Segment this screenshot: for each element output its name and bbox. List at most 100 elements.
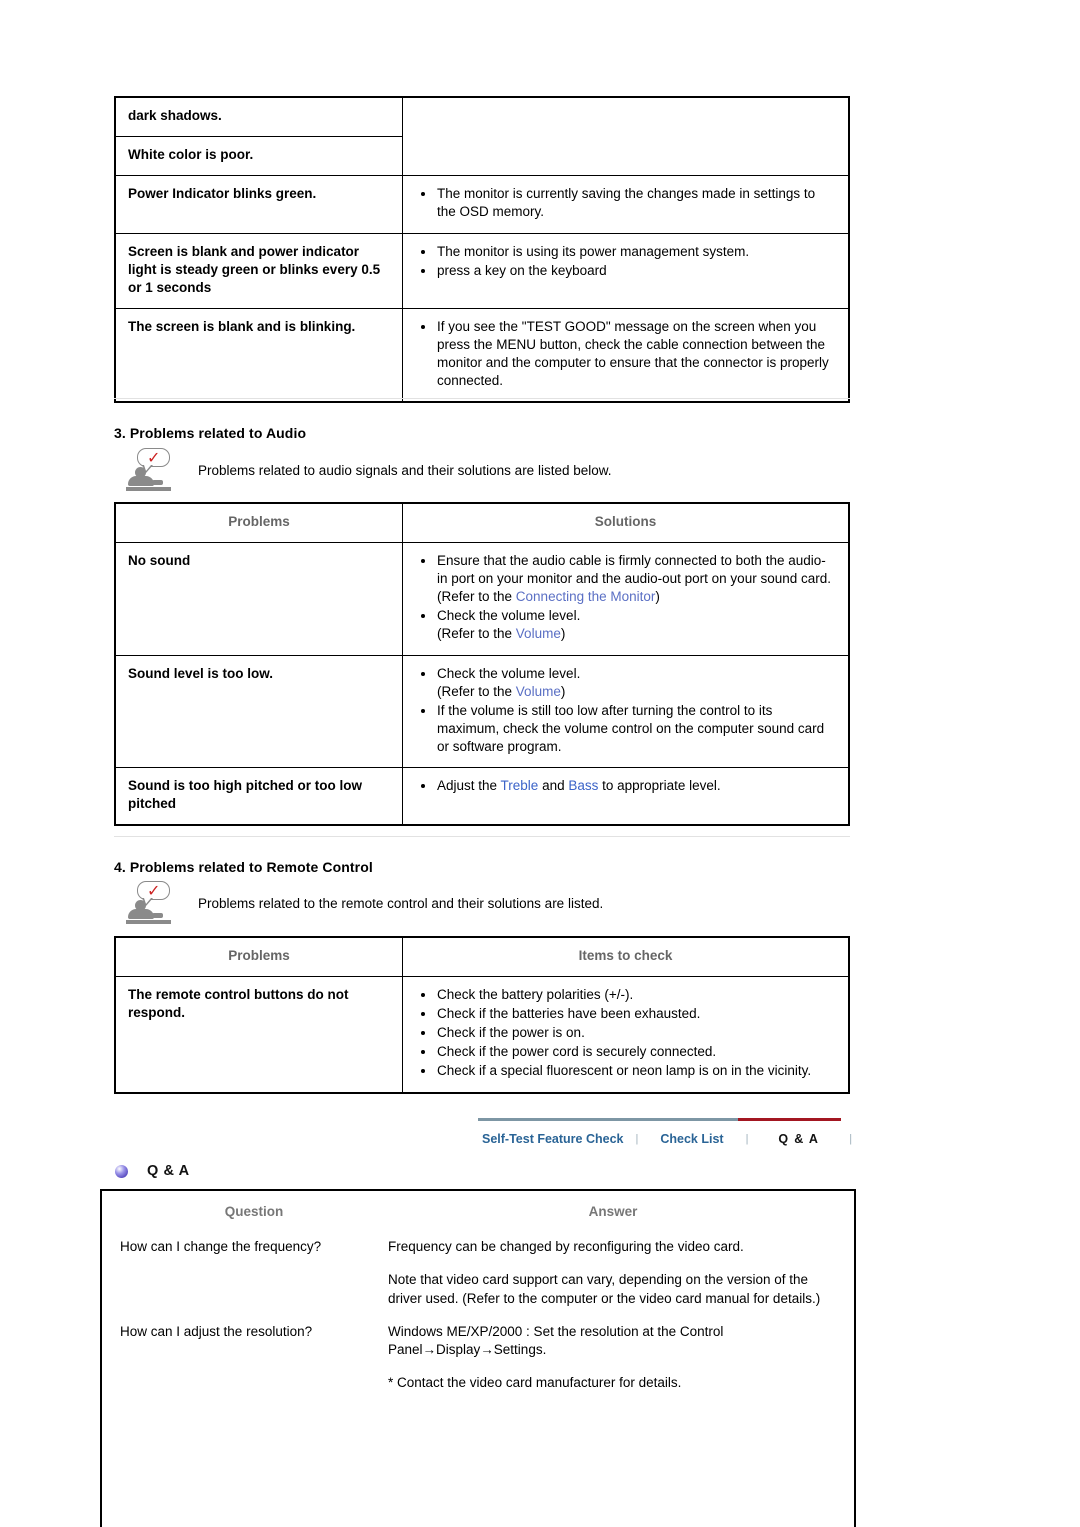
solution-subnote: (Refer to the Volume): [437, 625, 836, 643]
solution-item: press a key on the keyboard: [415, 262, 836, 280]
subnote-prefix: (Refer to the: [437, 683, 516, 699]
solution-text: Ensure that the audio cable is firmly co…: [437, 552, 831, 586]
check-item: Check the battery polarities (+/-).: [415, 986, 836, 1004]
table-row: Sound level is too low. Check the volume …: [114, 654, 850, 769]
problem-cell: No sound: [114, 541, 403, 656]
remote-note-text: Problems related to the remote control a…: [198, 895, 604, 911]
solution-cell: If you see the "TEST GOOD" message on th…: [402, 307, 850, 403]
video-problems-table: dark shadows. White color is poor. Power I…: [114, 96, 850, 404]
inline-link[interactable]: Volume: [516, 684, 561, 699]
solution-item: Check the volume level. (Refer to the Vol…: [415, 607, 836, 643]
section-divider-2: [114, 836, 850, 837]
table-row: No sound Ensure that the audio cable is f…: [114, 541, 850, 656]
header-items-to-check: Items to check: [402, 936, 850, 977]
solution-item: If you see the "TEST GOOD" message on th…: [415, 318, 836, 390]
problem-cell: Power Indicator blinks green.: [114, 174, 403, 234]
check-item: Check if a special fluorescent or neon l…: [415, 1062, 836, 1080]
tab-check-list[interactable]: Check List: [646, 1118, 738, 1146]
qa-header-answer: Answer: [588, 1204, 638, 1219]
person-check-icon: ✓: [126, 881, 172, 925]
solution-cell: Ensure that the audio cable is firmly co…: [402, 541, 850, 656]
solution-item: The monitor is using its power managemen…: [415, 243, 836, 261]
solution-cell-empty: [402, 96, 850, 176]
problem-cell: Sound level is too low.: [114, 654, 403, 769]
table-row: The remote control buttons do not respon…: [114, 975, 850, 1094]
person-check-icon: ✓: [126, 448, 172, 492]
section-divider-1: [114, 398, 850, 399]
table-row: dark shadows.: [114, 96, 850, 176]
tab-q-a[interactable]: Q & A: [756, 1118, 842, 1146]
qa-question-cell: How can I change the frequency?: [120, 1238, 322, 1254]
remote-section-heading: 4. Problems related to Remote Control: [114, 859, 373, 875]
header-solutions: Solutions: [402, 502, 850, 543]
qa-answer-paragraph: * Contact the video card manufacturer fo…: [388, 1375, 682, 1391]
tab-separator: |: [849, 1133, 853, 1145]
tab-self-test-feature-check[interactable]: Self-Test Feature Check: [478, 1118, 628, 1146]
qa-header-row: Question Answer: [102, 1191, 854, 1238]
solution-text: Check the volume level.: [437, 607, 581, 623]
solution-subnote: (Refer to the Connecting the Monitor): [437, 588, 836, 606]
qa-header-question: Question: [224, 1204, 284, 1219]
inline-link[interactable]: Volume: [516, 626, 561, 641]
problem-cell: White color is poor.: [114, 135, 403, 176]
subnote-prefix: (Refer to the: [437, 625, 516, 641]
tab-separator: |: [627, 1118, 647, 1145]
tab-separator: |: [737, 1118, 757, 1145]
problem-cell: The screen is blank and is blinking.: [114, 307, 403, 403]
check-item: Check if the power is on.: [415, 1024, 836, 1042]
qa-title: Q & A: [147, 1163, 190, 1179]
qa-table-box: Question Answer How can I change the frequ…: [100, 1189, 856, 1527]
problem-cell: dark shadows.: [114, 96, 403, 137]
qa-answer-paragraph: Frequency can be changed by reconfigurin…: [388, 1238, 744, 1254]
qa-answer-paragraph: Note that video card support can vary, d…: [388, 1271, 821, 1306]
remote-problems-table: Problems Items to check The remote control…: [114, 936, 850, 1094]
remote-note-row: ✓ Problems related to the remote control…: [126, 881, 603, 925]
audio-note-row: ✓ Problems related to audio signals and …: [126, 448, 612, 492]
inline-text: and: [538, 778, 569, 794]
audio-problems-table: Problems Solutions No sound Ensure that the…: [114, 502, 850, 827]
solution-cell: The monitor is currently saving the chan…: [402, 174, 850, 234]
solution-item: Ensure that the audio cable is firmly co…: [415, 552, 836, 606]
check-cell: Check the battery polarities (+/-). Check…: [402, 975, 850, 1094]
inline-link[interactable]: Treble: [501, 778, 539, 793]
qa-answer-paragraph: Windows ME/XP/2000 : Set the resolution …: [388, 1323, 724, 1358]
qa-table: Question Answer How can I change the frequ…: [102, 1191, 854, 1407]
qa-question-cell: How can I adjust the resolution?: [120, 1323, 313, 1339]
table-row: Power Indicator blinks green. The monitor…: [114, 174, 850, 234]
inline-text: to appropriate level.: [598, 778, 721, 794]
solution-text: If the volume is still too low after tur…: [437, 702, 825, 754]
solution-cell: Adjust the Treble and Bass to appropriat…: [402, 767, 850, 826]
header-problems: Problems: [114, 936, 403, 977]
table-row: Screen is blank and power indicator ligh…: [114, 232, 850, 309]
blue-orb-bullet-icon: [115, 1164, 128, 1178]
table-header-row: Problems Solutions: [114, 502, 850, 543]
table-header-row: Problems Items to check: [114, 936, 850, 977]
qa-row: How can I change the frequency? Frequency…: [102, 1238, 854, 1323]
inline-link[interactable]: Bass: [568, 778, 598, 793]
solution-text: Check the volume level.: [437, 665, 581, 681]
table-row: Sound is too high pitched or too low pit…: [114, 767, 850, 826]
solution-item: Check the volume level. (Refer to the Vol…: [415, 665, 836, 701]
solution-cell: The monitor is using its power managemen…: [402, 232, 850, 309]
document-page: dark shadows. White color is poor. Power I…: [0, 0, 1080, 1527]
solution-subnote: (Refer to the Volume): [437, 683, 836, 701]
inline-text: Adjust the: [437, 778, 501, 794]
audio-section-heading: 3. Problems related to Audio: [114, 425, 307, 441]
check-item: Check if the batteries have been exhaust…: [415, 1005, 836, 1023]
solution-item: Adjust the Treble and Bass to appropriat…: [415, 777, 836, 795]
solution-cell: Check the volume level. (Refer to the Vol…: [402, 654, 850, 769]
problem-cell: The remote control buttons do not respon…: [114, 975, 403, 1094]
problem-cell: Sound is too high pitched or too low pit…: [114, 767, 403, 826]
subnote-suffix: ): [560, 625, 566, 641]
qa-answer-cell: Windows ME/XP/2000 : Set the resolution …: [388, 1323, 854, 1408]
subnote-suffix: ): [655, 588, 660, 604]
subnote-prefix: (Refer to the: [437, 588, 516, 604]
qa-row: How can I adjust the resolution? Windows …: [102, 1323, 854, 1408]
audio-note-text: Problems related to audio signals and th…: [198, 462, 612, 478]
section-nav-tabs[interactable]: Self-Test Feature Check | Check List | Q & A…: [478, 1118, 860, 1146]
qa-answer-cell: Frequency can be changed by reconfigurin…: [388, 1238, 854, 1323]
subnote-suffix: ): [560, 683, 566, 699]
check-item: Check if the power cord is securely conn…: [415, 1043, 836, 1061]
inline-link[interactable]: Connecting the Monitor: [516, 589, 656, 604]
qa-heading-row: Q & A: [115, 1163, 190, 1179]
